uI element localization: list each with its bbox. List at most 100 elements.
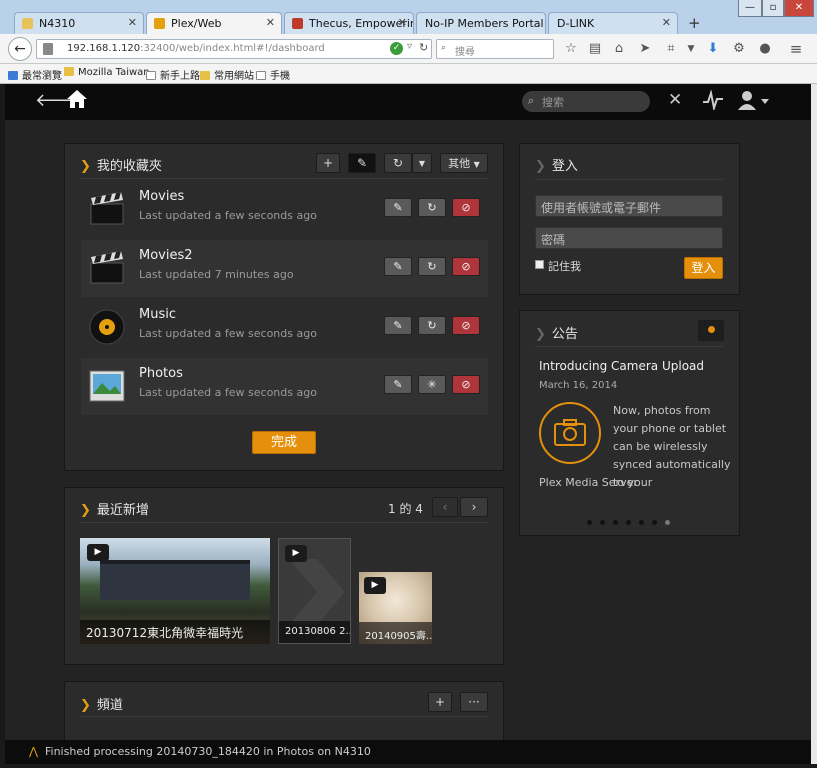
download-icon[interactable]: ⬇ — [704, 40, 722, 58]
divider — [80, 178, 488, 179]
menu-icon[interactable]: ≡ — [787, 40, 805, 58]
remember-me-checkbox[interactable] — [535, 260, 544, 269]
refresh-libraries-button[interactable]: ↻ — [384, 153, 412, 173]
more-menu-button[interactable]: 其他 ▼ — [440, 153, 488, 173]
bookmark-label: 手機 — [270, 71, 290, 82]
chat-icon[interactable]: ● — [756, 40, 774, 58]
carousel-dot[interactable] — [626, 520, 631, 525]
channels-more-button[interactable]: ··· — [460, 692, 488, 712]
library-row-music[interactable]: Music Last updated a few seconds ago ✎ ↻… — [81, 299, 488, 356]
back-button[interactable]: ← — [8, 37, 32, 61]
send-icon[interactable]: ➤ — [636, 40, 654, 58]
thecus-favicon-icon — [292, 18, 303, 29]
library-row-photos[interactable]: Photos Last updated a few seconds ago ✎ … — [81, 358, 488, 415]
dropdown-icon[interactable]: ▿ — [407, 41, 412, 52]
page-info-icon[interactable] — [43, 43, 53, 55]
home-icon[interactable] — [66, 88, 88, 110]
gear-icon[interactable]: ⚙ — [730, 40, 748, 58]
close-tab-icon[interactable]: ✕ — [398, 16, 407, 29]
add-library-button[interactable]: + — [316, 153, 340, 173]
edit-library-button[interactable]: ✎ — [384, 198, 412, 217]
refresh-library-button[interactable]: ↻ — [418, 257, 446, 276]
activity-icon[interactable] — [702, 89, 724, 112]
bookmark-mozilla-taiwan[interactable]: Mozilla Taiwan — [64, 67, 150, 78]
close-tab-icon[interactable]: ✕ — [662, 16, 671, 29]
browser-search-input[interactable]: ⌕ 搜尋 — [436, 39, 554, 59]
carousel-dot[interactable] — [600, 520, 605, 525]
home-icon[interactable]: ⌂ — [610, 40, 628, 58]
carousel-dot-active[interactable] — [665, 520, 670, 525]
photo-scene — [100, 560, 250, 600]
tab-label: No-IP Members Portal: ... — [425, 17, 546, 30]
refresh-library-button[interactable]: ↻ — [418, 316, 446, 335]
tab-thecus[interactable]: Thecus, Empowerin... ✕ — [284, 12, 414, 34]
close-tab-icon[interactable]: ✕ — [128, 16, 137, 29]
news-headline[interactable]: Introducing Camera Upload — [539, 359, 704, 373]
refresh-spinner-icon[interactable]: ✳ — [418, 375, 446, 394]
recent-item[interactable]: ▶ 20130712東北角微幸福時光 — [80, 538, 270, 644]
password-field[interactable]: 密碼 — [535, 227, 723, 249]
play-icon[interactable]: ▶ — [87, 544, 109, 561]
done-button[interactable]: 完成 — [252, 431, 316, 454]
prev-page-button[interactable]: ‹ — [432, 497, 458, 517]
url-path: :32400/web/index.html#!/dashboard — [140, 43, 325, 54]
carousel-dot[interactable] — [652, 520, 657, 525]
bookmark-getting-started[interactable]: 新手上路 — [146, 67, 200, 82]
url-bar[interactable]: 192.168.1.120:32400/web/index.html#!/das… — [36, 39, 432, 59]
refresh-library-button[interactable]: ↻ — [418, 198, 446, 217]
edit-library-button[interactable]: ✎ — [384, 257, 412, 276]
news-indicator-button[interactable] — [698, 320, 724, 341]
dropdown-icon[interactable]: ▼ — [682, 40, 700, 58]
edit-library-button[interactable]: ✎ — [384, 316, 412, 335]
tab-dlink[interactable]: D-LINK ✕ — [548, 12, 678, 34]
settings-tools-icon[interactable]: ✕ — [668, 90, 682, 110]
tab-noip[interactable]: No-IP Members Portal: ... — [416, 12, 546, 34]
play-icon[interactable]: ▶ — [285, 545, 307, 562]
bookmark-common-sites[interactable]: 常用網站 — [200, 67, 254, 82]
edit-library-button[interactable]: ✎ — [384, 375, 412, 394]
carousel-dot[interactable] — [613, 520, 618, 525]
refresh-options-dropdown[interactable]: ▼ — [412, 153, 432, 173]
library-header: ❯ 我的收藏夾 — [80, 155, 162, 174]
next-page-button[interactable]: › — [460, 497, 488, 517]
bookmark-most-visited[interactable]: 最常瀏覽 — [8, 67, 62, 82]
username-field[interactable]: 使用者帳號或電子郵件 — [535, 195, 723, 217]
play-icon[interactable]: ▶ — [364, 577, 386, 594]
tab-plex-web[interactable]: Plex/Web ✕ — [146, 12, 282, 34]
bookmark-mobile[interactable]: 手機 — [256, 67, 290, 82]
user-menu-icon[interactable] — [737, 90, 771, 112]
plex-search-input[interactable]: ⌕ 搜索 — [522, 91, 650, 112]
new-tab-button[interactable]: + — [688, 14, 701, 32]
delete-library-button[interactable]: ⊘ — [452, 198, 480, 217]
recent-item[interactable]: ▶ 20130806 2... — [278, 538, 351, 644]
crop-icon[interactable]: ⌗ — [662, 40, 680, 58]
maximize-button[interactable]: ▫ — [762, 0, 784, 17]
recent-item[interactable]: ▶ 20140905壽... — [359, 572, 432, 644]
minimize-button[interactable]: — — [738, 0, 762, 17]
chevron-right-icon: ❯ — [535, 327, 546, 342]
reload-icon[interactable]: ↻ — [419, 41, 428, 54]
tab-n4310[interactable]: N4310 ✕ — [14, 12, 144, 34]
delete-library-button[interactable]: ⊘ — [452, 316, 480, 335]
carousel-dot[interactable] — [639, 520, 644, 525]
news-date: March 16, 2014 — [539, 380, 618, 391]
add-channel-button[interactable]: + — [428, 692, 452, 712]
delete-library-button[interactable]: ⊘ — [452, 257, 480, 276]
star-icon[interactable]: ☆ — [562, 40, 580, 58]
close-window-button[interactable]: ✕ — [784, 0, 814, 17]
plex-top-bar — [5, 84, 811, 120]
delete-library-button[interactable]: ⊘ — [452, 375, 480, 394]
unread-dot-icon — [707, 326, 715, 333]
page-indicator: 1 的 4 — [388, 502, 423, 516]
bookmark-label: Mozilla Taiwan — [78, 67, 150, 78]
carousel-dot[interactable] — [587, 520, 592, 525]
login-button[interactable]: 登入 — [684, 257, 723, 279]
edit-libraries-button[interactable]: ✎ — [348, 153, 376, 173]
library-row-movies2[interactable]: Movies2 Last updated 7 minutes ago ✎ ↻ ⊘ — [81, 240, 488, 297]
library-row-movies[interactable]: Movies Last updated a few seconds ago ✎ … — [81, 181, 488, 238]
remember-me-label: 記住我 — [548, 260, 581, 273]
tab-label: D-LINK — [557, 17, 595, 30]
close-tab-icon[interactable]: ✕ — [266, 16, 275, 29]
scrollbar[interactable] — [811, 84, 817, 764]
reading-list-icon[interactable]: ▤ — [586, 40, 604, 58]
